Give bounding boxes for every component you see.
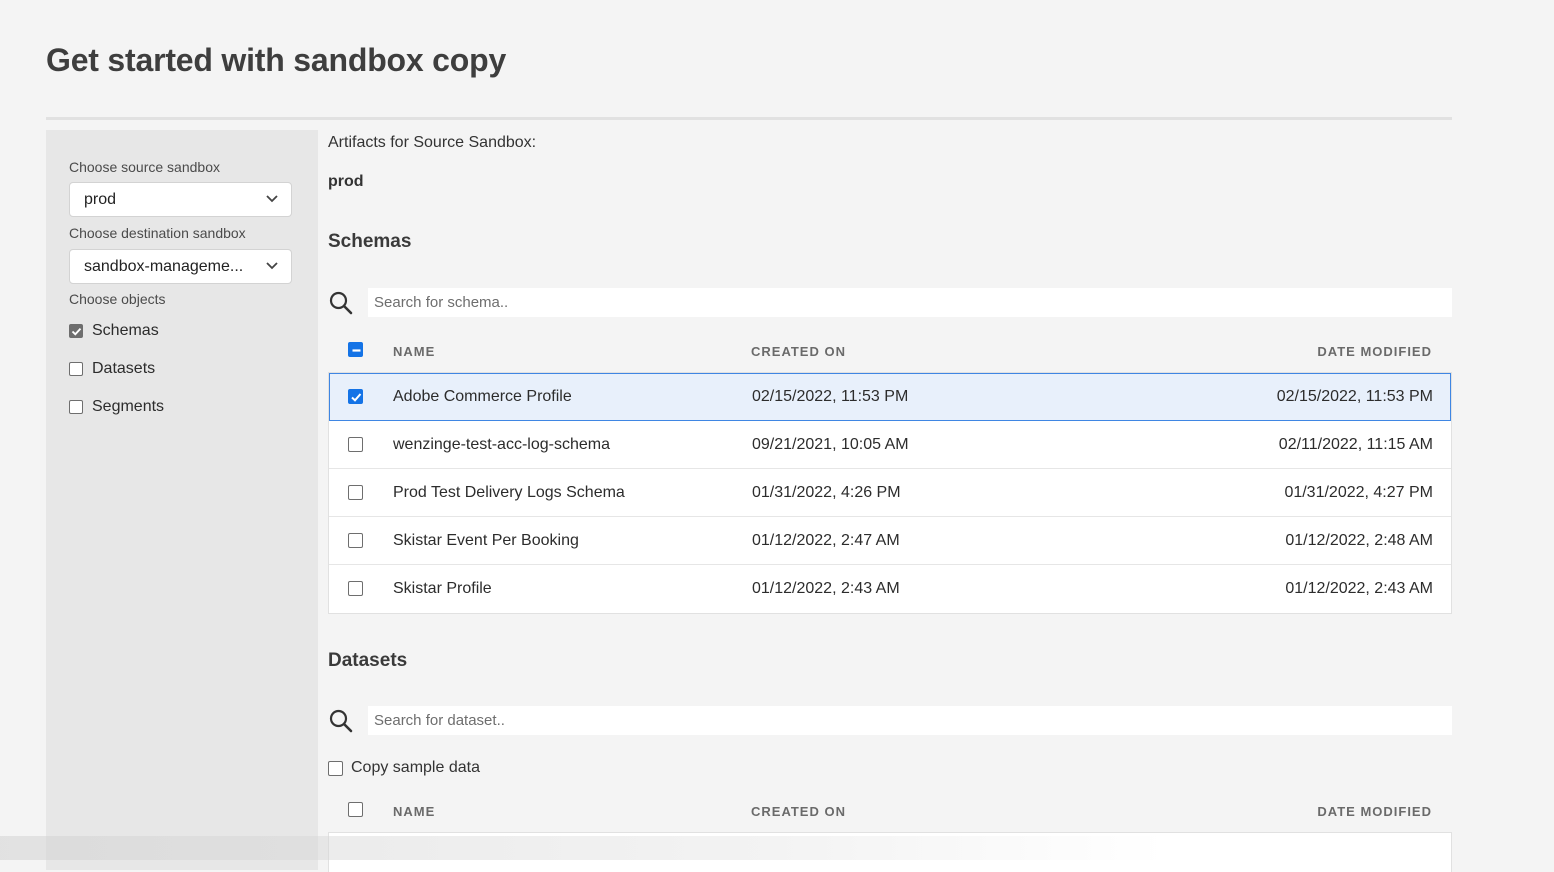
header-divider (46, 117, 1452, 120)
destination-sandbox-picker[interactable]: sandbox-manageme... (69, 249, 292, 284)
object-checkbox-schemas[interactable]: Schemas (69, 322, 159, 344)
copy-sample-data-label: Copy sample data (351, 759, 480, 776)
schema-date-modified: 02/11/2022, 11:15 AM (1278, 436, 1433, 453)
schema-created-on: 01/12/2022, 2:43 AM (752, 580, 900, 597)
dataset-column-header-created-on[interactable]: CREATED ON (751, 804, 846, 819)
schema-name: Adobe Commerce Profile (393, 388, 572, 405)
table-row[interactable]: Prod Test Delivery Logs Schema 01/31/202… (329, 469, 1451, 517)
dataset-column-header-date-modified[interactable]: DATE MODIFIED (1317, 804, 1432, 819)
search-icon (329, 291, 353, 315)
artifacts-subheading: Artifacts for Source Sandbox: (328, 134, 537, 151)
dataset-search-input[interactable] (368, 706, 1452, 735)
schema-name: wenzinge-test-acc-log-schema (393, 436, 610, 453)
source-sandbox-label: Choose source sandbox (69, 159, 220, 175)
table-row[interactable]: Skistar Event Per Booking 01/12/2022, 2:… (329, 517, 1451, 565)
schema-search-input[interactable] (368, 288, 1452, 317)
checkbox-empty-icon (69, 362, 83, 376)
schema-date-modified: 01/31/2022, 4:27 PM (1284, 484, 1433, 501)
object-checkbox-segments[interactable]: Segments (69, 398, 164, 420)
schema-date-modified: 01/12/2022, 2:43 AM (1285, 580, 1433, 597)
schema-date-modified: 02/15/2022, 11:53 PM (1276, 388, 1433, 405)
source-sandbox-value: prod (84, 191, 117, 208)
chevron-down-icon (266, 262, 278, 270)
row-checkbox[interactable] (348, 533, 363, 548)
schema-created-on: 01/12/2022, 2:47 AM (752, 532, 900, 549)
schema-date-modified: 01/12/2022, 2:48 AM (1285, 532, 1433, 549)
destination-sandbox-value: sandbox-manageme... (84, 258, 244, 275)
row-checkbox[interactable] (348, 437, 363, 452)
checkbox-empty-icon (328, 760, 343, 776)
datasets-section-title: Datasets (328, 650, 408, 671)
row-checkbox[interactable] (348, 581, 363, 596)
column-header-date-modified[interactable]: DATE MODIFIED (1317, 344, 1432, 359)
chevron-down-icon (266, 195, 278, 203)
object-label-datasets: Datasets (92, 360, 156, 377)
object-label-segments: Segments (92, 398, 165, 415)
schema-name: Prod Test Delivery Logs Schema (393, 484, 625, 501)
sidebar: Choose source sandbox prod Choose destin… (46, 130, 318, 870)
table-row[interactable]: wenzinge-test-acc-log-schema 09/21/2021,… (329, 421, 1451, 469)
dataset-column-header-name[interactable]: NAME (393, 804, 435, 819)
check-icon[interactable] (348, 389, 363, 404)
destination-sandbox-label: Choose destination sandbox (69, 225, 246, 241)
schema-created-on: 09/21/2021, 10:05 AM (752, 436, 909, 453)
check-icon (69, 324, 83, 338)
row-checkbox[interactable] (348, 485, 363, 500)
copy-sample-data-checkbox[interactable]: Copy sample data (328, 759, 480, 777)
artifacts-panel: Artifacts for Source Sandbox: prod Schem… (318, 130, 1452, 872)
schema-created-on: 02/15/2022, 11:53 PM (752, 388, 909, 405)
bottom-shadow (0, 836, 1554, 860)
page-title: Get started with sandbox copy (46, 42, 507, 78)
search-icon (329, 709, 353, 733)
select-all-datasets-checkbox[interactable] (348, 802, 363, 817)
source-sandbox-name: prod (328, 173, 364, 190)
column-header-created-on[interactable]: CREATED ON (751, 344, 846, 359)
object-checkbox-datasets[interactable]: Datasets (69, 360, 155, 382)
column-header-name[interactable]: NAME (393, 344, 435, 359)
schemas-section-title: Schemas (328, 231, 412, 252)
schema-created-on: 01/31/2022, 4:26 PM (752, 484, 901, 501)
schema-name: Skistar Event Per Booking (393, 532, 579, 549)
object-label-schemas: Schemas (92, 322, 159, 339)
source-sandbox-picker[interactable]: prod (69, 182, 292, 217)
schema-name: Skistar Profile (393, 580, 492, 597)
checkbox-empty-icon (69, 400, 83, 414)
schemas-table: Adobe Commerce Profile 02/15/2022, 11:53… (328, 372, 1452, 614)
select-all-schemas-checkbox[interactable] (348, 342, 363, 357)
choose-objects-label: Choose objects (69, 291, 166, 307)
table-row[interactable]: Adobe Commerce Profile 02/15/2022, 11:53… (329, 373, 1451, 421)
table-row[interactable]: Skistar Profile 01/12/2022, 2:43 AM 01/1… (329, 565, 1451, 613)
